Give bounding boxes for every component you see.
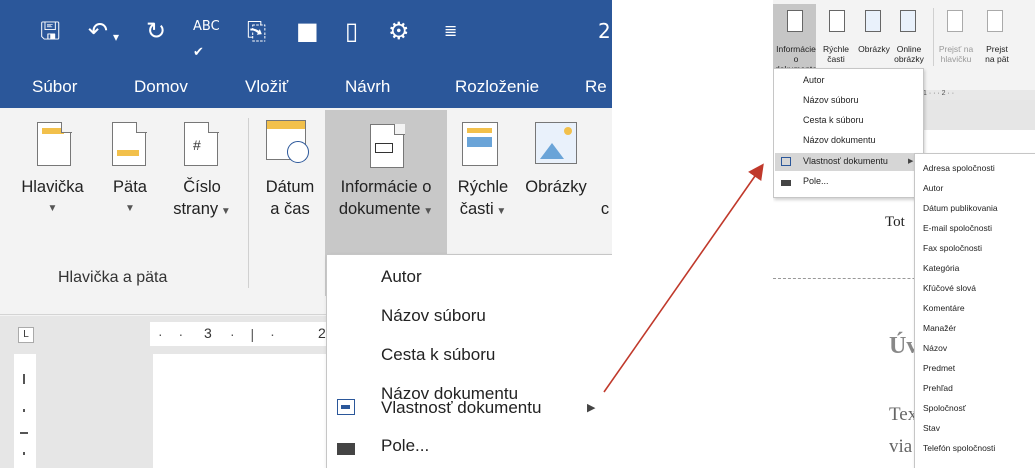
small-btn-label: na pät [985,54,1009,64]
small-btn-label: Prejsť na [938,44,974,54]
submenu-item[interactable]: Názov [923,343,947,353]
submenu-item[interactable]: Telefón spoločnosti [923,443,995,453]
small-ruler-digits: 1 · · · 2 · · [923,90,955,97]
small-menu-item-cesta[interactable]: Cesta k súboru [803,115,864,125]
submenu-item[interactable]: Komentáre [923,303,965,313]
small-quickparts-icon [829,10,845,32]
small-online-pictures-icon [900,10,916,32]
small-menu-item-autor[interactable]: Autor [803,75,825,85]
small-submenu-arrow-icon: ▶ [908,158,914,165]
small-screenshot-panel: Informácie o dokumente Rýchle časti Obrá… [773,0,1035,468]
submenu-item[interactable]: Kľúčové slová [923,283,976,293]
submenu-item[interactable]: Kategória [923,263,959,273]
doc-text-tex: Tex [889,404,918,425]
small-btn-label: obrázky [894,54,924,64]
doc-text-via: via [889,436,913,457]
submenu-item[interactable]: Adresa spoločnosti [923,163,995,173]
small-goto-header-icon [947,10,963,32]
small-menu-item-nazov-suboru[interactable]: Názov súboru [803,95,859,105]
small-goto-footer-button[interactable]: Prejst na pät [977,44,1017,64]
small-btn-label: časti [827,54,845,64]
document-property-submenu: Adresa spoločnosti Autor Dátum publikova… [914,153,1035,468]
submenu-item[interactable]: Spoločnosť [923,403,966,413]
small-goto-header-button[interactable]: Prejsť na hlavičku [935,44,977,64]
small-online-pictures-button[interactable]: Online obrázky [890,44,928,64]
small-document-property-icon [781,157,791,166]
submenu-item[interactable]: Autor [923,183,943,193]
small-quickparts-button[interactable]: Rýchle časti [817,44,855,64]
small-docinfo-icon [787,10,803,32]
submenu-item[interactable]: Dátum publikovania [923,203,998,213]
submenu-item[interactable]: Fax spoločnosti [923,243,982,253]
small-btn-label: Rýchle [823,44,849,54]
submenu-item[interactable]: Prehľad [923,383,953,393]
small-field-icon [781,180,791,186]
small-btn-label: Obrázky [858,44,890,54]
submenu-item[interactable]: Manažér [923,323,956,333]
small-menu-item-nazov-dokumentu[interactable]: Názov dokumentu [803,135,876,145]
small-menu-item-vlastnost[interactable]: Vlastnosť dokumentu [803,156,888,166]
submenu-item[interactable]: Predmet [923,363,955,373]
small-btn-label: Informácie o [776,44,816,64]
small-goto-footer-icon [987,10,1003,32]
doc-text-tot: Tot [885,214,905,230]
small-docinfo-menu: Autor Názov súboru Cesta k súboru Názov … [773,68,924,198]
small-btn-label: Prejst [986,44,1008,54]
small-menu-item-pole[interactable]: Pole... [803,176,829,186]
small-btn-label: hlavičku [940,54,972,64]
small-pictures-icon [865,10,881,32]
small-pictures-button[interactable]: Obrázky [855,44,893,54]
small-btn-label: Online [896,44,922,54]
submenu-item[interactable]: Stav [923,423,940,433]
submenu-item[interactable]: E-mail spoločnosti [923,223,992,233]
